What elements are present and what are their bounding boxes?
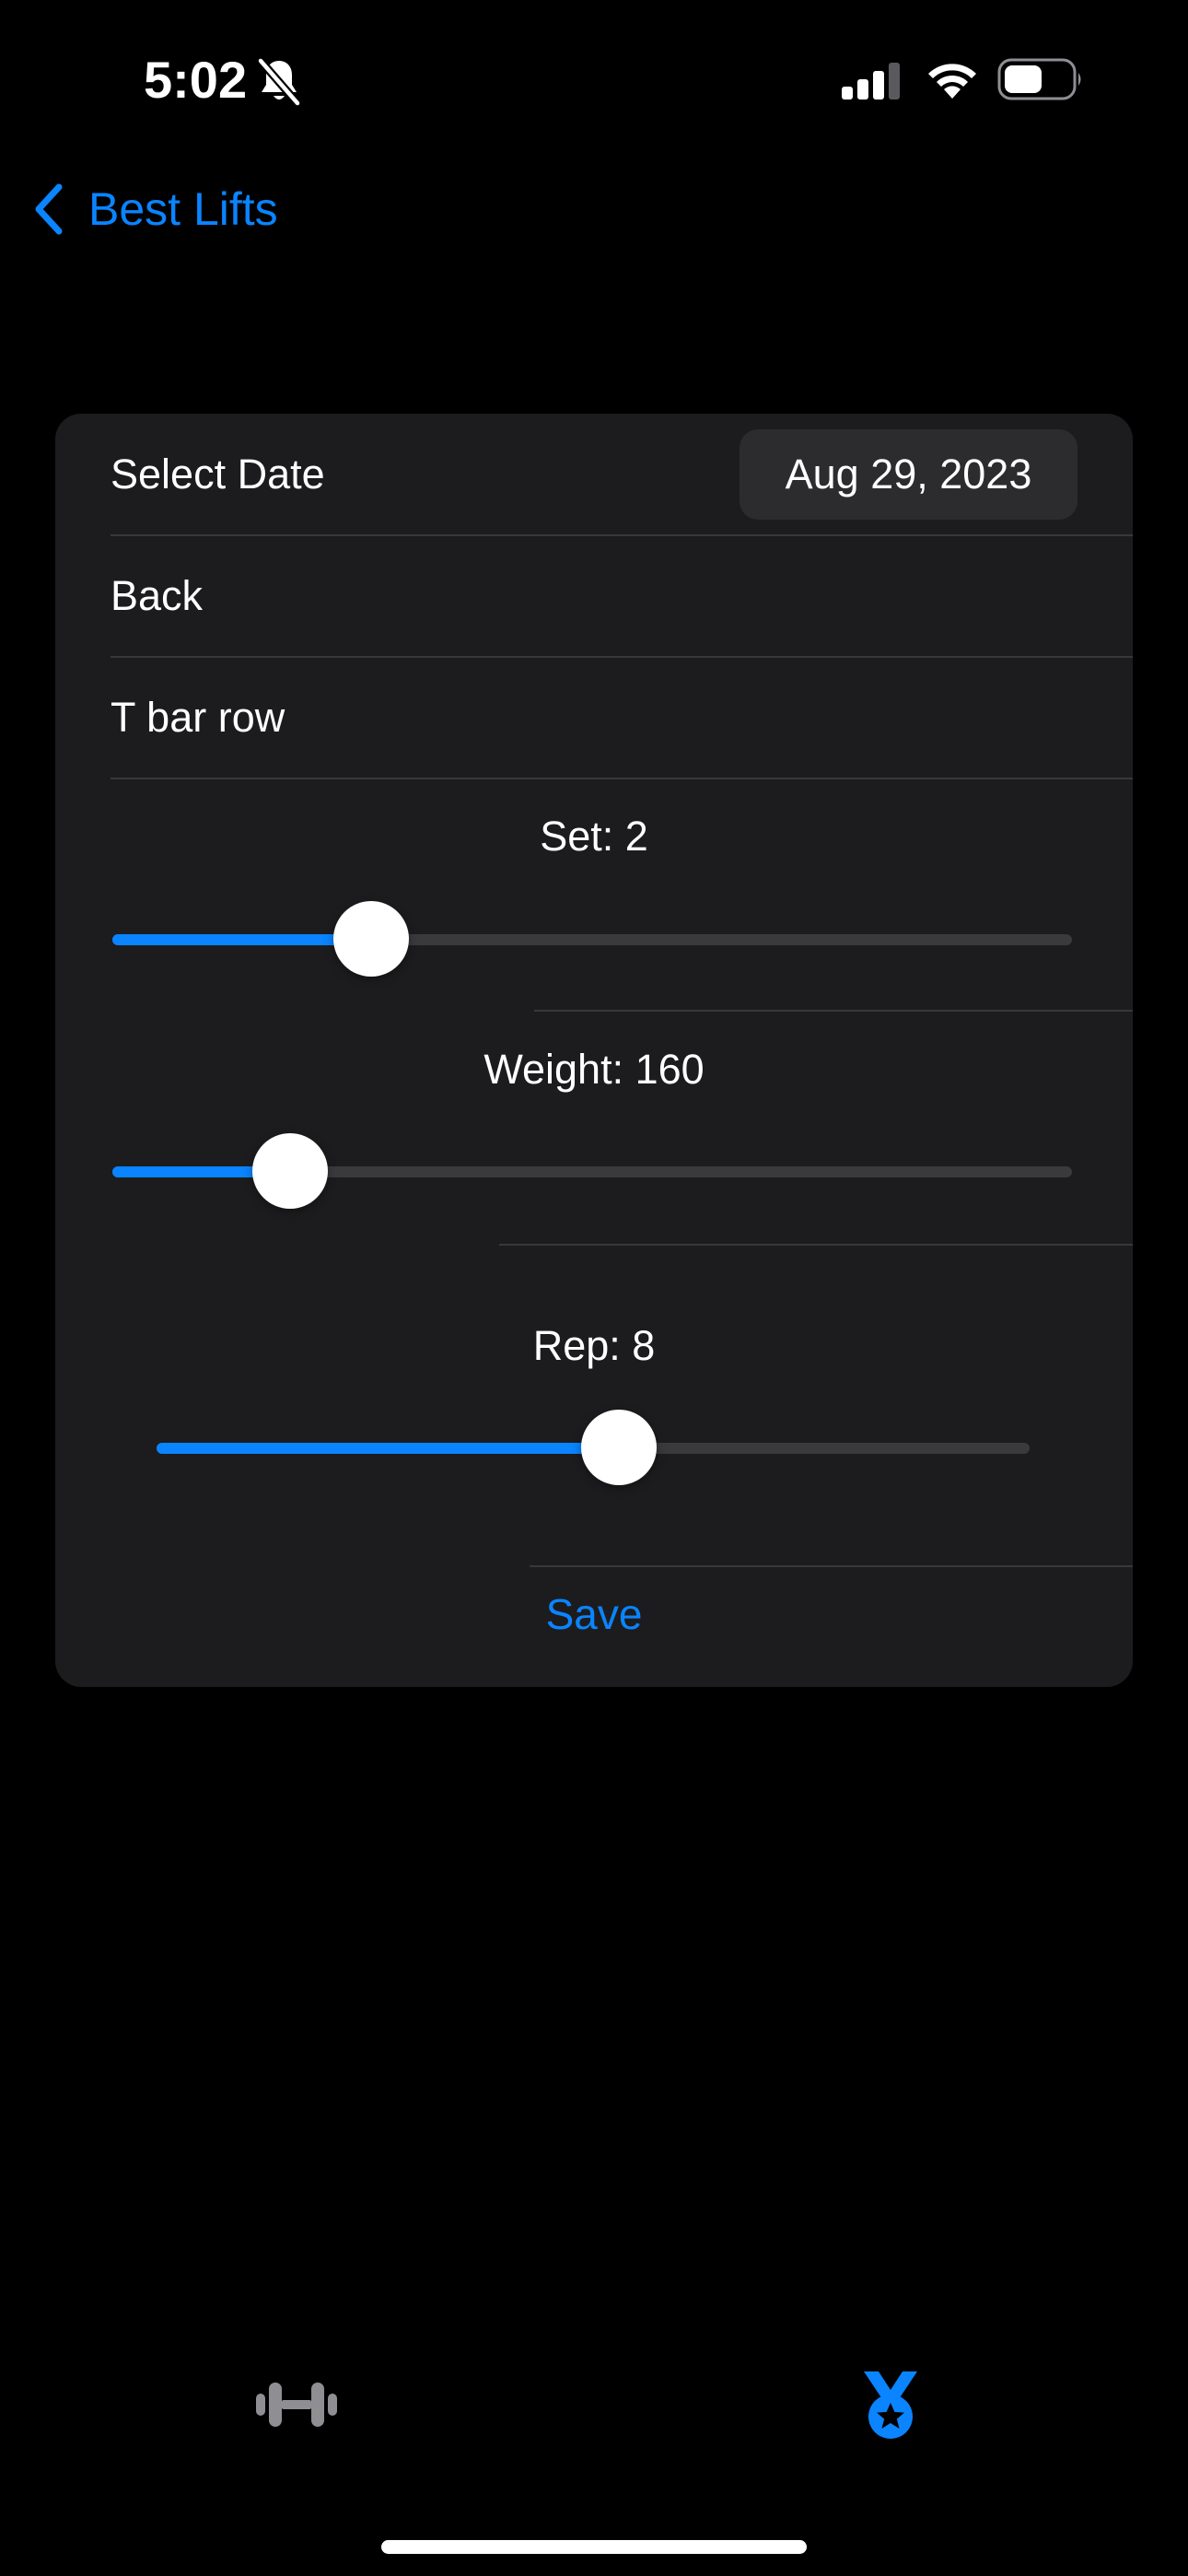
- tab-workouts[interactable]: [204, 2340, 389, 2469]
- bell-slash-icon: [256, 57, 302, 107]
- separator: [534, 1010, 1133, 1012]
- exercise-row[interactable]: T bar row: [55, 658, 1133, 778]
- tab-bar: [0, 2340, 1188, 2469]
- weight-slider[interactable]: [112, 1133, 1131, 1211]
- set-slider[interactable]: [112, 901, 1131, 978]
- status-bar: 5:02: [0, 0, 1188, 157]
- slider-fill: [112, 934, 371, 945]
- save-button[interactable]: Save: [55, 1568, 1133, 1660]
- wifi-icon: [928, 64, 976, 99]
- home-indicator: [381, 2540, 807, 2554]
- separator: [499, 1244, 1133, 1246]
- tab-best-lifts[interactable]: [798, 2340, 983, 2469]
- back-button[interactable]: Best Lifts: [31, 177, 278, 241]
- muscle-group-label: Back: [111, 572, 204, 619]
- date-row: Select Date Aug 29, 2023: [55, 414, 1133, 535]
- slider-thumb[interactable]: [333, 901, 409, 977]
- muscle-group-row[interactable]: Back: [55, 536, 1133, 656]
- cellular-signal-icon: [842, 63, 900, 100]
- date-label: Select Date: [111, 451, 325, 498]
- chevron-left-icon: [35, 183, 63, 235]
- back-button-label: Best Lifts: [88, 183, 278, 235]
- weight-slider-label: Weight: 160: [483, 1046, 705, 1093]
- date-picker-button[interactable]: Aug 29, 2023: [740, 429, 1077, 520]
- set-slider-label: Set: 2: [540, 813, 648, 860]
- dumbbell-icon: [256, 2383, 337, 2427]
- rep-slider[interactable]: [157, 1410, 1087, 1487]
- slider-thumb[interactable]: [252, 1133, 328, 1209]
- lift-entry-form: Select Date Aug 29, 2023 Back T bar row …: [55, 414, 1133, 1687]
- separator: [111, 778, 1133, 779]
- rep-slider-label: Rep: 8: [532, 1322, 656, 1369]
- exercise-label: T bar row: [111, 694, 285, 741]
- status-time: 5:02: [144, 51, 248, 109]
- medal-icon: [864, 2371, 917, 2439]
- slider-fill: [157, 1443, 619, 1454]
- battery-icon: [997, 58, 1081, 100]
- separator: [530, 1565, 1133, 1567]
- slider-thumb[interactable]: [581, 1410, 657, 1485]
